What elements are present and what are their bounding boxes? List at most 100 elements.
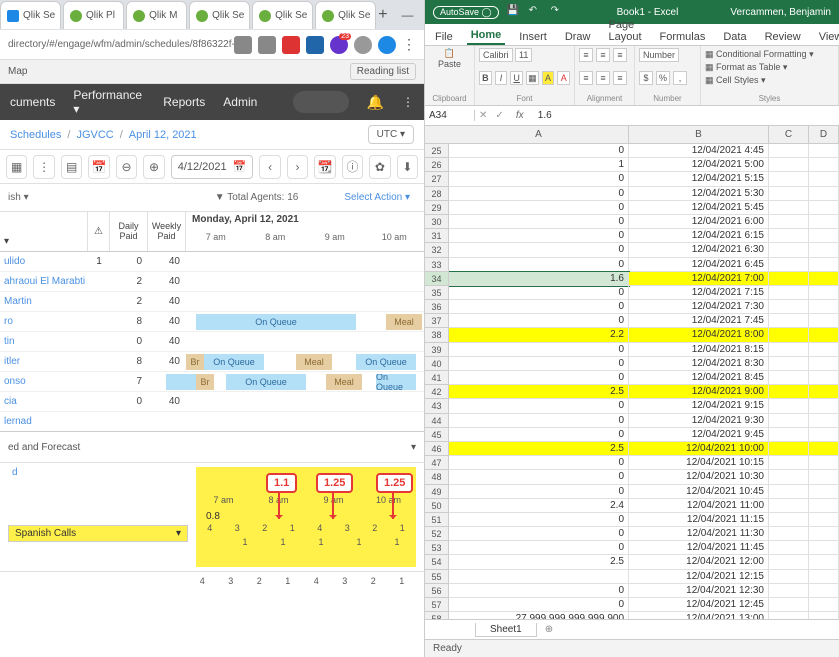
fx-icon[interactable]: fx <box>508 110 532 121</box>
ribbon-tab-view[interactable]: View <box>815 29 839 45</box>
breadcrumb-schedules[interactable]: Schedules <box>10 129 61 141</box>
row-header[interactable]: 40 <box>425 357 449 371</box>
table-row[interactable]: 1.612/04/2021 7:00 <box>449 272 839 286</box>
row-header[interactable]: 28 <box>425 187 449 201</box>
table-row[interactable]: 012/04/2021 10:45 <box>449 485 839 499</box>
timeline-row[interactable] <box>186 332 424 352</box>
filter-icon[interactable]: ▦ <box>6 155 27 179</box>
schedule-segment[interactable]: Meal <box>386 314 422 330</box>
table-row[interactable]: 012/04/2021 8:15 <box>449 343 839 357</box>
ext-icon[interactable] <box>378 36 396 54</box>
search-input[interactable] <box>293 91 348 113</box>
col-header[interactable]: B <box>629 126 769 144</box>
timezone-select[interactable]: UTC ▾ <box>368 125 414 144</box>
col-weekly-paid[interactable]: Weekly Paid <box>148 212 186 251</box>
timeline-row[interactable]: BrOn QueueMealOn Queue <box>186 372 424 392</box>
align-icon[interactable]: ≡ <box>579 48 593 62</box>
schedule-segment[interactable]: On Queue <box>204 354 264 370</box>
align-icon[interactable]: ≡ <box>579 71 593 85</box>
ext-icon[interactable] <box>282 36 300 54</box>
table-row[interactable]: 012/04/2021 4:45 <box>449 144 839 158</box>
browser-tab[interactable]: Qlik Se <box>0 1 61 29</box>
row-header[interactable]: 49 <box>425 485 449 499</box>
align-icon[interactable]: ≡ <box>613 71 627 85</box>
currency-icon[interactable]: $ <box>639 71 653 85</box>
nav-performance[interactable]: Performance ▾ <box>73 88 145 116</box>
row-header[interactable]: 41 <box>425 371 449 385</box>
schedule-segment[interactable] <box>166 374 196 390</box>
row-header[interactable]: 51 <box>425 513 449 527</box>
font-select[interactable]: Calibri <box>479 48 513 62</box>
zoom-in-icon[interactable]: ⊕ <box>143 155 164 179</box>
table-row[interactable]: 12/04/2021 12:15 <box>449 570 839 584</box>
menu-dots-icon[interactable]: ⋮ <box>402 95 414 109</box>
table-row[interactable]: 2.412/04/2021 11:00 <box>449 499 839 513</box>
table-row[interactable]: 012/04/2021 9:30 <box>449 414 839 428</box>
table-row[interactable]: 012/04/2021 7:45 <box>449 314 839 328</box>
row-header[interactable]: 43 <box>425 399 449 413</box>
row-header[interactable]: 26 <box>425 158 449 172</box>
col-header[interactable]: C <box>769 126 809 144</box>
agent-row[interactable]: itler840 <box>0 352 186 372</box>
col-header[interactable]: D <box>809 126 839 144</box>
spanish-calls-select[interactable]: Spanish Calls▾ <box>8 525 188 542</box>
schedule-segment[interactable]: Meal <box>296 354 332 370</box>
table-row[interactable]: 012/04/2021 11:45 <box>449 541 839 555</box>
table-row[interactable]: 012/04/2021 9:15 <box>449 399 839 413</box>
row-header[interactable]: 27 <box>425 172 449 186</box>
agent-row[interactable]: tin040 <box>0 332 186 352</box>
table-row[interactable]: 012/04/2021 5:15 <box>449 172 839 186</box>
table-row[interactable]: 012/04/2021 7:30 <box>449 300 839 314</box>
ext-icon[interactable] <box>306 36 324 54</box>
border-button[interactable]: ▦ <box>526 71 539 85</box>
undo-icon[interactable]: ↶ <box>529 5 543 19</box>
row-header[interactable]: 48 <box>425 470 449 484</box>
minimize-button[interactable]: — <box>388 1 428 29</box>
ribbon-tab-page layout[interactable]: Page Layout <box>604 17 645 45</box>
paste-button[interactable]: 📋Paste <box>429 48 470 69</box>
schedule-segment[interactable]: Br <box>186 354 204 370</box>
underline-button[interactable]: U <box>510 71 523 85</box>
table-row[interactable]: 012/04/2021 5:30 <box>449 187 839 201</box>
table-row[interactable]: 2.512/04/2021 9:00 <box>449 385 839 399</box>
schedule-segment[interactable]: On Queue <box>376 374 416 390</box>
schedule-segment[interactable]: On Queue <box>356 354 416 370</box>
table-row[interactable]: 012/04/2021 9:45 <box>449 428 839 442</box>
browser-tab[interactable]: Qlik M <box>126 1 187 29</box>
series-d[interactable]: d <box>8 467 188 485</box>
ribbon-tab-home[interactable]: Home <box>467 27 506 45</box>
save-icon[interactable]: 💾 <box>507 5 521 19</box>
agent-row[interactable]: Martin240 <box>0 292 186 312</box>
zoom-out-icon[interactable]: ⊖ <box>116 155 137 179</box>
agent-row[interactable]: lernad <box>0 412 186 432</box>
timeline-row[interactable] <box>186 392 424 412</box>
table-row[interactable]: 012/04/2021 6:15 <box>449 229 839 243</box>
today-icon[interactable]: 📆 <box>314 155 335 179</box>
table-row[interactable]: 012/04/2021 12:45 <box>449 598 839 612</box>
calendar-icon[interactable]: 📅 <box>88 155 109 179</box>
reading-list-button[interactable]: Reading list <box>350 63 416 80</box>
schedule-segment[interactable]: Br <box>196 374 214 390</box>
agent-row[interactable]: onso735 <box>0 372 186 392</box>
ribbon-tab-file[interactable]: File <box>431 29 457 45</box>
fill-button[interactable]: A <box>542 71 555 85</box>
sheet-tab[interactable]: Sheet1 <box>475 623 537 637</box>
ribbon-tab-draw[interactable]: Draw <box>561 29 595 45</box>
more-icon[interactable]: ⋮ <box>33 155 54 179</box>
ribbon-tab-insert[interactable]: Insert <box>515 29 551 45</box>
conditional-formatting-button[interactable]: ▦ Conditional Formatting ▾ <box>705 48 834 61</box>
col-name[interactable]: ▾ <box>0 212 88 251</box>
row-header[interactable]: 39 <box>425 343 449 357</box>
timeline-row[interactable]: On Queue Meal <box>186 312 424 332</box>
font-size-select[interactable]: 11 <box>515 48 532 62</box>
timeline-row[interactable] <box>186 272 424 292</box>
bell-icon[interactable]: 🔔 <box>367 94 384 111</box>
table-row[interactable]: 012/04/2021 10:15 <box>449 456 839 470</box>
align-icon[interactable]: ≡ <box>596 48 610 62</box>
table-row[interactable]: 012/04/2021 12:30 <box>449 584 839 598</box>
agent-row[interactable]: ulido1040 <box>0 252 186 272</box>
row-header[interactable]: 31 <box>425 229 449 243</box>
schedule-segment[interactable]: On Queue <box>196 314 356 330</box>
language-filter[interactable]: ish ▾ <box>8 192 29 203</box>
percent-icon[interactable]: % <box>656 71 670 85</box>
